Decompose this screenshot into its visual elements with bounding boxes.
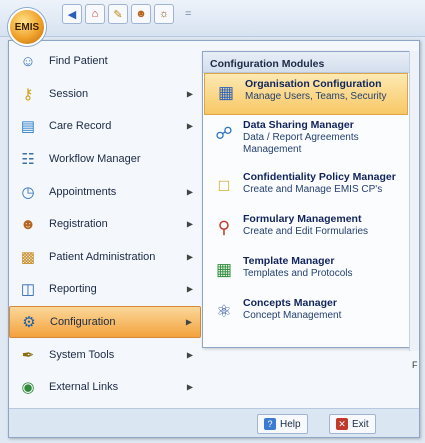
- help-button[interactable]: ? Help: [257, 414, 308, 434]
- report-icon: ◫: [20, 281, 36, 299]
- menu-item-find-patient[interactable]: ☺ Find Patient: [9, 45, 201, 78]
- application-menu: ☺ Find Patient ⚷ Session ▶ ▤ Care Record…: [8, 40, 420, 438]
- module-formulary-management[interactable]: ⚲ Formulary Management Create and Edit F…: [203, 209, 409, 251]
- menu-item-label: Find Patient: [49, 55, 108, 68]
- configuration-modules-panel: Configuration Modules ▦ Organisation Con…: [202, 51, 410, 348]
- menu-item-patient-administration[interactable]: ▩ Patient Administration ▶: [9, 241, 201, 274]
- chevron-right-icon: ▶: [186, 89, 193, 99]
- menu-item-external-links[interactable]: ◉ External Links ▶: [9, 371, 201, 404]
- atom-icon: ⚛: [216, 302, 232, 321]
- background-window-text: F: [412, 360, 418, 370]
- menu-item-label: Patient Administration: [49, 250, 156, 263]
- module-concepts-manager[interactable]: ⚛ Concepts Manager Concept Management: [203, 293, 409, 335]
- module-organisation-configuration[interactable]: ▦ Organisation Configuration Manage User…: [204, 73, 408, 115]
- home-icon[interactable]: ⌂: [85, 4, 105, 24]
- customize-toolbar-button[interactable]: =: [185, 8, 191, 20]
- menu-item-label: Workflow Manager: [49, 153, 141, 166]
- chevron-right-icon: ▶: [185, 317, 192, 327]
- chevron-right-icon: ▶: [186, 350, 193, 360]
- help-label: Help: [280, 418, 301, 430]
- users-icon[interactable]: ☼: [154, 4, 174, 24]
- application-orb-button[interactable]: EMIS: [8, 8, 46, 46]
- exit-icon: ✕: [336, 418, 348, 430]
- module-confidentiality-policy-manager[interactable]: □ Confidentiality Policy Manager Create …: [203, 167, 409, 209]
- menu-item-label: Reporting: [49, 283, 97, 296]
- chevron-right-icon: ▶: [186, 252, 193, 262]
- background-window-edge: [409, 51, 419, 351]
- folder-icon: ▩: [20, 248, 36, 266]
- panel-header: Configuration Modules: [203, 52, 409, 73]
- module-title: Organisation Configuration: [245, 78, 382, 90]
- find-patient-icon: ☺: [20, 52, 36, 70]
- menu-item-configuration[interactable]: ⚙ Configuration ▶: [9, 305, 201, 339]
- module-data-sharing-manager[interactable]: ☍ Data Sharing Manager Data / Report Agr…: [203, 115, 409, 167]
- configuration-icon: ⚙: [22, 314, 36, 332]
- exit-button[interactable]: ✕ Exit: [329, 414, 376, 434]
- chevron-right-icon: ▶: [186, 382, 193, 392]
- chevron-right-icon: ▶: [186, 219, 193, 229]
- quick-access-toolbar: ◀ ⌂ ✎ ☻ ☼ =: [62, 4, 191, 24]
- menu-item-appointments[interactable]: ◷ Appointments ▶: [9, 175, 201, 208]
- module-title: Formulary Management: [243, 213, 362, 225]
- menu-item-label: Configuration: [50, 316, 116, 329]
- orb-label: EMIS: [14, 21, 40, 33]
- menu-item-care-record[interactable]: ▤ Care Record ▶: [9, 110, 201, 143]
- chevron-right-icon: ▶: [186, 284, 193, 294]
- menu-item-workflow-manager[interactable]: ☷ Workflow Manager: [9, 143, 201, 176]
- pencil-icon[interactable]: ✎: [108, 4, 128, 24]
- menu-item-label: Registration: [49, 218, 108, 231]
- grid-icon: ▦: [215, 260, 233, 279]
- main-menu-list: ☺ Find Patient ⚷ Session ▶ ▤ Care Record…: [9, 45, 201, 404]
- module-description: Manage Users, Teams, Security: [245, 91, 387, 102]
- menu-item-label: Care Record: [49, 120, 112, 133]
- menu-item-session[interactable]: ⚷ Session ▶: [9, 78, 201, 111]
- calendar-icon: ◷: [21, 183, 35, 201]
- chevron-right-icon: ▶: [186, 187, 193, 197]
- module-title: Template Manager: [243, 255, 335, 267]
- menu-item-label: Appointments: [49, 185, 117, 198]
- module-description: Concept Management: [243, 310, 342, 321]
- care-record-icon: ▤: [20, 118, 36, 136]
- formulary-icon: ⚲: [217, 218, 231, 237]
- clipboard-icon: ☷: [21, 151, 35, 169]
- menu-item-reporting[interactable]: ◫ Reporting ▶: [9, 273, 201, 306]
- organisation-icon: ▦: [217, 83, 235, 102]
- globe-icon: ◉: [21, 379, 35, 397]
- module-template-manager[interactable]: ▦ Template Manager Templates and Protoco…: [203, 251, 409, 293]
- exit-label: Exit: [352, 418, 369, 430]
- module-description: Data / Report Agreements Management: [243, 132, 359, 155]
- user-icon[interactable]: ☻: [131, 4, 151, 24]
- menu-item-label: External Links: [49, 381, 119, 394]
- menu-item-label: Session: [49, 87, 89, 100]
- pen-tool-icon: ✒: [21, 346, 35, 364]
- menu-footer: ? Help ✕ Exit: [9, 408, 419, 437]
- registration-icon: ☻: [20, 215, 36, 233]
- module-description: Templates and Protocols: [243, 268, 353, 279]
- lock-icon: □: [218, 176, 230, 195]
- menu-item-registration[interactable]: ☻ Registration ▶: [9, 208, 201, 241]
- module-title: Concepts Manager: [243, 297, 337, 309]
- chevron-right-icon: ▶: [186, 121, 193, 131]
- title-bar: EMIS ◀ ⌂ ✎ ☻ ☼ =: [0, 0, 425, 46]
- help-icon: ?: [264, 418, 276, 430]
- module-description: Create and Manage EMIS CP's: [243, 184, 383, 195]
- sharing-icon: ☍: [215, 124, 233, 143]
- back-icon[interactable]: ◀: [62, 4, 82, 24]
- module-title: Data Sharing Manager: [243, 119, 354, 131]
- menu-item-label: System Tools: [49, 348, 115, 361]
- module-title: Confidentiality Policy Manager: [243, 171, 396, 183]
- module-description: Create and Edit Formularies: [243, 226, 369, 237]
- key-icon: ⚷: [22, 85, 34, 103]
- menu-item-system-tools[interactable]: ✒ System Tools ▶: [9, 338, 201, 371]
